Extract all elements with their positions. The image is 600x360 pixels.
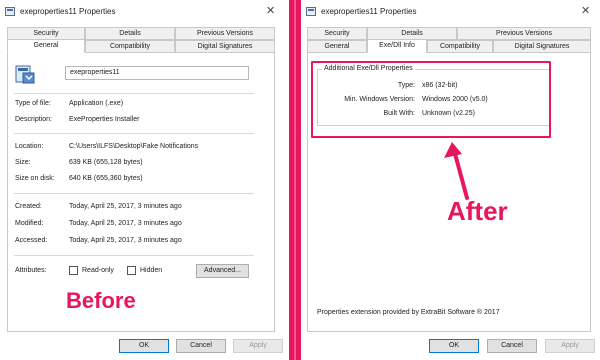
tab-security[interactable]: Security: [307, 27, 367, 40]
cancel-button[interactable]: Cancel: [487, 339, 537, 353]
tab-exe-dll-info[interactable]: Exe/Dll Info: [367, 39, 427, 53]
installer-file-icon: [15, 65, 35, 84]
program-window-icon: [306, 7, 316, 16]
highlight-box: [311, 61, 551, 138]
close-icon[interactable]: ✕: [581, 4, 590, 18]
type-of-file-label: Type of file:: [15, 100, 51, 107]
close-icon[interactable]: ✕: [266, 4, 275, 18]
before-caption: Before: [66, 288, 136, 313]
after-caption: After: [447, 196, 508, 226]
program-window-icon: [5, 7, 15, 16]
apply-button[interactable]: Apply: [233, 339, 283, 353]
pointer-arrow-icon: [444, 142, 469, 200]
title-bar: exeproperties11 Properties ✕: [301, 0, 600, 24]
accessed-value: Today, April 25, 2017, 3 minutes ago: [69, 237, 182, 244]
tab-details[interactable]: Details: [85, 27, 175, 40]
window-title: exeproperties11 Properties: [321, 7, 417, 16]
accessed-label: Accessed:: [15, 237, 48, 244]
created-value: Today, April 25, 2017, 3 minutes ago: [69, 203, 182, 210]
apply-button[interactable]: Apply: [545, 339, 595, 353]
type-of-file-value: Application (.exe): [69, 100, 124, 107]
extension-credit: Properties extension provided by ExtraBi…: [317, 309, 500, 316]
size-label: Size:: [15, 159, 31, 166]
read-only-label: Read-only: [82, 267, 114, 274]
location-label: Location:: [15, 143, 44, 150]
size-on-disk-label: Size on disk:: [15, 175, 55, 182]
window-title: exeproperties11 Properties: [20, 7, 116, 16]
divider: [14, 255, 254, 256]
divider: [14, 193, 254, 194]
created-label: Created:: [15, 203, 42, 210]
read-only-checkbox[interactable]: [69, 266, 78, 275]
general-panel: exeproperties11 Type of file: Applicatio…: [7, 52, 275, 332]
divider: [14, 93, 254, 94]
hidden-label: Hidden: [140, 267, 163, 274]
location-value: C:\Users\ILFS\Desktop\Fake Notifications: [69, 143, 199, 150]
tab-general[interactable]: General: [7, 39, 85, 53]
tab-previous-versions[interactable]: Previous Versions: [457, 27, 591, 40]
divider: [14, 133, 254, 134]
advanced-button[interactable]: Advanced...: [196, 264, 249, 278]
size-value: 639 KB (655,128 bytes): [69, 159, 143, 166]
description-label: Description:: [15, 116, 52, 123]
tab-previous-versions[interactable]: Previous Versions: [175, 27, 275, 40]
size-on-disk-value: 640 KB (655,360 bytes): [69, 175, 143, 182]
comparison-divider-line: [294, 0, 296, 360]
hidden-checkbox[interactable]: [127, 266, 136, 275]
properties-window-before: exeproperties11 Properties ✕ Security De…: [0, 0, 288, 360]
ok-button[interactable]: OK: [429, 339, 479, 353]
modified-label: Modified:: [15, 220, 44, 227]
ok-button[interactable]: OK: [119, 339, 169, 353]
title-bar: exeproperties11 Properties ✕: [0, 0, 288, 24]
attributes-label: Attributes:: [15, 267, 47, 274]
cancel-button[interactable]: Cancel: [176, 339, 226, 353]
modified-value: Today, April 25, 2017, 3 minutes ago: [69, 220, 182, 227]
description-value: ExeProperties Installer: [69, 116, 140, 123]
file-name-field[interactable]: exeproperties11: [65, 66, 249, 80]
